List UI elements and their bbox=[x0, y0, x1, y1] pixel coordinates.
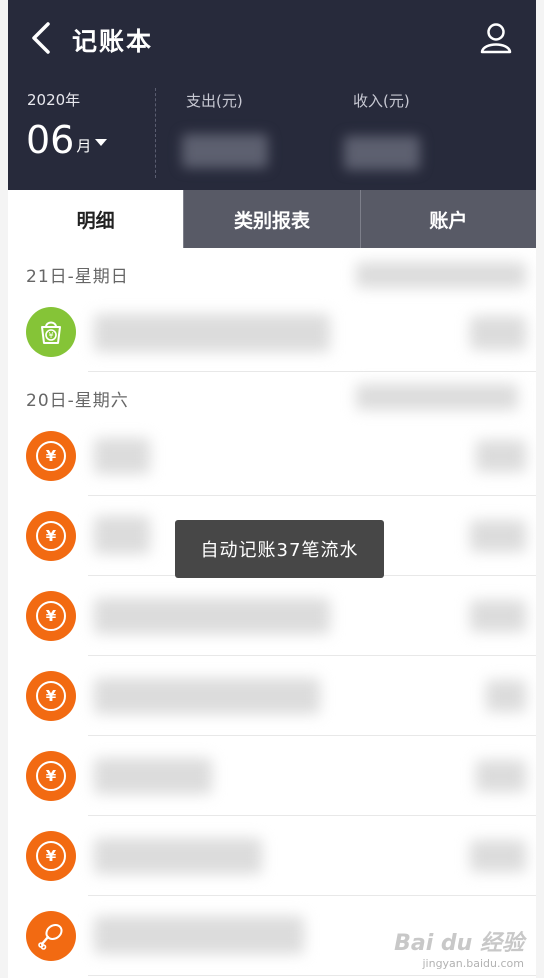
drumstick-icon bbox=[26, 911, 76, 961]
yen-icon: ¥ bbox=[26, 751, 76, 801]
item-title-blurred bbox=[94, 678, 320, 714]
list-item[interactable]: ¥ bbox=[8, 416, 536, 496]
list-item[interactable]: ¥ bbox=[8, 656, 536, 736]
item-title-blurred bbox=[94, 838, 262, 874]
item-amount-blurred bbox=[476, 760, 526, 792]
row-divider bbox=[88, 975, 536, 976]
yen-glyph: ¥ bbox=[48, 331, 53, 340]
item-title-blurred bbox=[94, 598, 330, 634]
item-amount-blurred bbox=[476, 440, 526, 472]
expense-label: 支出(元) bbox=[186, 92, 243, 110]
watermark-logo: Bai du 经验 jingyan.baidu.com bbox=[394, 925, 524, 970]
item-title-blurred bbox=[94, 438, 150, 474]
item-amount-blurred bbox=[486, 680, 526, 712]
expense-amount-blurred bbox=[182, 134, 268, 168]
date-header: 20日-星期六 bbox=[26, 391, 129, 411]
item-amount-blurred bbox=[470, 840, 526, 872]
yen-icon: ¥ bbox=[26, 591, 76, 641]
tab-detail[interactable]: 明细 bbox=[8, 190, 184, 248]
app-header: 记账本 2020年 06 月 支出(元) 收入(元) bbox=[8, 0, 536, 190]
page-title: 记账本 bbox=[72, 27, 154, 56]
list-item[interactable]: ¥ bbox=[8, 736, 536, 816]
day-summary-blurred bbox=[356, 262, 526, 288]
row-divider bbox=[88, 371, 536, 372]
income-amount-blurred bbox=[344, 136, 420, 170]
tab-category-report[interactable]: 类别报表 bbox=[183, 190, 359, 248]
list-item[interactable]: ¥ bbox=[8, 816, 536, 896]
item-amount-blurred bbox=[470, 600, 526, 632]
watermark-url: jingyan.baidu.com bbox=[422, 957, 524, 970]
item-title-blurred bbox=[94, 314, 330, 352]
yen-icon: ¥ bbox=[26, 511, 76, 561]
item-title-blurred bbox=[94, 758, 212, 794]
item-title-blurred bbox=[94, 516, 150, 554]
watermark-main: Bai du 经验 bbox=[394, 931, 524, 956]
header-divider bbox=[155, 88, 156, 178]
month-unit: 月 bbox=[76, 137, 92, 155]
item-amount-blurred bbox=[470, 520, 526, 552]
date-header: 21日-星期日 bbox=[26, 267, 129, 287]
year-label: 2020年 bbox=[27, 91, 81, 109]
chevron-left-icon[interactable] bbox=[28, 20, 58, 56]
list-item[interactable]: ¥ bbox=[8, 576, 536, 656]
yen-icon: ¥ bbox=[26, 431, 76, 481]
user-icon[interactable] bbox=[478, 20, 514, 56]
caret-down-icon bbox=[95, 139, 108, 146]
yen-icon: ¥ bbox=[26, 671, 76, 721]
day-summary-blurred bbox=[356, 384, 518, 410]
item-title-blurred bbox=[94, 916, 304, 954]
tab-account[interactable]: 账户 bbox=[359, 190, 536, 248]
shopping-bag-icon: ¥ bbox=[26, 307, 76, 357]
month-number: 06 bbox=[26, 118, 75, 162]
income-label: 收入(元) bbox=[353, 92, 410, 110]
yen-icon: ¥ bbox=[26, 831, 76, 881]
tab-bar: 明细 类别报表 账户 bbox=[8, 190, 536, 248]
item-amount-blurred bbox=[470, 316, 526, 350]
month-selector[interactable]: 06 月 bbox=[26, 118, 108, 162]
list-item[interactable]: ¥ bbox=[8, 292, 536, 372]
toast-message: 自动记账37笔流水 bbox=[175, 520, 384, 578]
app-frame: 记账本 2020年 06 月 支出(元) 收入(元) 明细 类别报表 账户 21… bbox=[8, 0, 536, 978]
